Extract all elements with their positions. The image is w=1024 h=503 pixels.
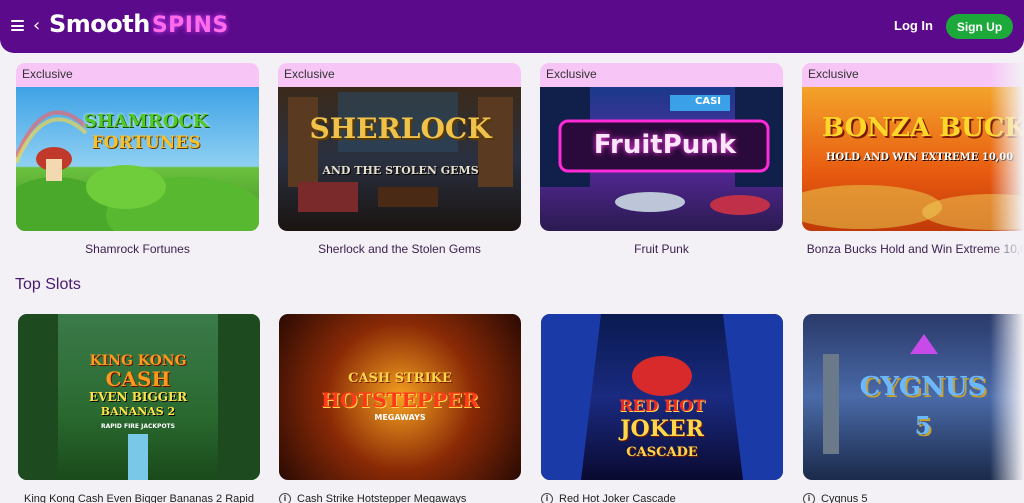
info-icon[interactable]: i bbox=[803, 493, 815, 503]
art-title-line2: HOLD AND WIN EXTREME 10,00 bbox=[826, 152, 1014, 163]
art-title-line1: CASH STRIKE bbox=[348, 371, 452, 386]
game-thumbnail: BONZA BUCKS HOLD AND WIN EXTREME 10,00 bbox=[802, 87, 1024, 231]
art-title-line2: CASH bbox=[105, 367, 171, 391]
signup-button[interactable]: Sign Up bbox=[946, 14, 1013, 39]
art-title-line3: EVEN BIGGER bbox=[88, 390, 188, 404]
art-title-line2: HOTSTEPPER bbox=[321, 388, 479, 412]
exclusive-tag: Exclusive bbox=[808, 67, 859, 81]
art-title-line1: SHAMROCK bbox=[83, 111, 209, 132]
info-icon[interactable]: i bbox=[541, 493, 553, 503]
info-icon[interactable]: i bbox=[279, 493, 291, 503]
game-thumbnail: SHAMROCK FORTUNES bbox=[16, 87, 259, 231]
game-title-row[interactable]: i Cash Strike Hotstepper Megaways bbox=[279, 493, 521, 503]
art-title-line1: BONZA BUCKS bbox=[822, 113, 1024, 143]
game-title[interactable]: King Kong Cash Even Bigger Bananas 2 Rap… bbox=[24, 493, 260, 503]
art-title-line2: AND THE STOLEN GEMS bbox=[322, 164, 479, 177]
exclusive-tag: Exclusive bbox=[546, 67, 597, 81]
art-title-line2: JOKER bbox=[620, 416, 704, 442]
slot-game-card[interactable]: RED HOT JOKER CASCADE bbox=[541, 314, 783, 480]
game-title: Cygnus 5 bbox=[821, 493, 868, 503]
art-title-line1: RED HOT bbox=[619, 396, 705, 415]
logo-text-spins: SPINS bbox=[151, 13, 229, 38]
logo-text-smooth: Smooth bbox=[49, 10, 150, 38]
exclusive-game-card[interactable]: Exclusive SHAMROCK FORTUNES bbox=[16, 63, 259, 231]
section-title-top-slots: Top Slots bbox=[15, 276, 81, 293]
art-casino-sign: CASI bbox=[694, 96, 721, 107]
chevron-left-icon[interactable]: ‹ bbox=[33, 16, 40, 36]
art-title-line1: CYGNUS bbox=[859, 372, 987, 402]
top-header: ‹ Smooth SPINS Log In Sign Up bbox=[0, 0, 1024, 53]
game-title[interactable]: Fruit Punk bbox=[540, 242, 783, 256]
exclusive-tag: Exclusive bbox=[22, 67, 73, 81]
art-title-line3: CASCADE bbox=[626, 445, 698, 460]
art-title-line2: 5 bbox=[914, 411, 932, 440]
game-title[interactable]: Sherlock and the Stolen Gems bbox=[278, 242, 521, 256]
slot-game-card[interactable]: KING KONG CASH EVEN BIGGER BANANAS 2 RAP… bbox=[18, 314, 260, 480]
exclusive-game-card[interactable]: Exclusive CASI FruitPunk bbox=[540, 63, 783, 231]
art-title-line1: FruitPunk bbox=[593, 130, 737, 160]
art-title-line5: RAPID FIRE JACKPOTS bbox=[101, 423, 175, 430]
game-thumbnail: CASI FruitPunk bbox=[540, 87, 783, 231]
login-button[interactable]: Log In bbox=[894, 18, 933, 33]
game-title: Red Hot Joker Cascade bbox=[559, 493, 676, 503]
game-title: Cash Strike Hotstepper Megaways bbox=[297, 493, 467, 503]
hamburger-menu-icon[interactable] bbox=[11, 20, 24, 31]
exclusive-tag: Exclusive bbox=[284, 67, 335, 81]
art-title-line1: SHERLOCK bbox=[309, 112, 492, 145]
logo[interactable]: Smooth SPINS bbox=[49, 10, 229, 38]
game-title[interactable]: Bonza Bucks Hold and Win Extreme 10,000 bbox=[802, 242, 1024, 256]
slot-game-card[interactable]: CYGNUS 5 bbox=[803, 314, 1024, 480]
game-thumbnail: SHERLOCK AND THE STOLEN GEMS bbox=[278, 87, 521, 231]
art-title-line1: KING KONG bbox=[89, 353, 187, 369]
game-title[interactable]: Shamrock Fortunes bbox=[16, 242, 259, 256]
art-title-line4: BANANAS 2 bbox=[100, 405, 176, 418]
exclusive-game-card[interactable]: Exclusive BONZA BUCKS HOLD AND WIN EXTRE… bbox=[802, 63, 1024, 231]
art-title-line3: MEGAWAYS bbox=[374, 413, 426, 422]
art-title-line2: FORTUNES bbox=[91, 133, 201, 153]
game-title-row[interactable]: i Cygnus 5 bbox=[803, 493, 1024, 503]
game-title-row[interactable]: i Red Hot Joker Cascade bbox=[541, 493, 783, 503]
slot-game-card[interactable]: CASH STRIKE HOTSTEPPER MEGAWAYS bbox=[279, 314, 521, 480]
exclusive-game-card[interactable]: Exclusive SHERLOCK AND THE STOLEN GEMS bbox=[278, 63, 521, 231]
